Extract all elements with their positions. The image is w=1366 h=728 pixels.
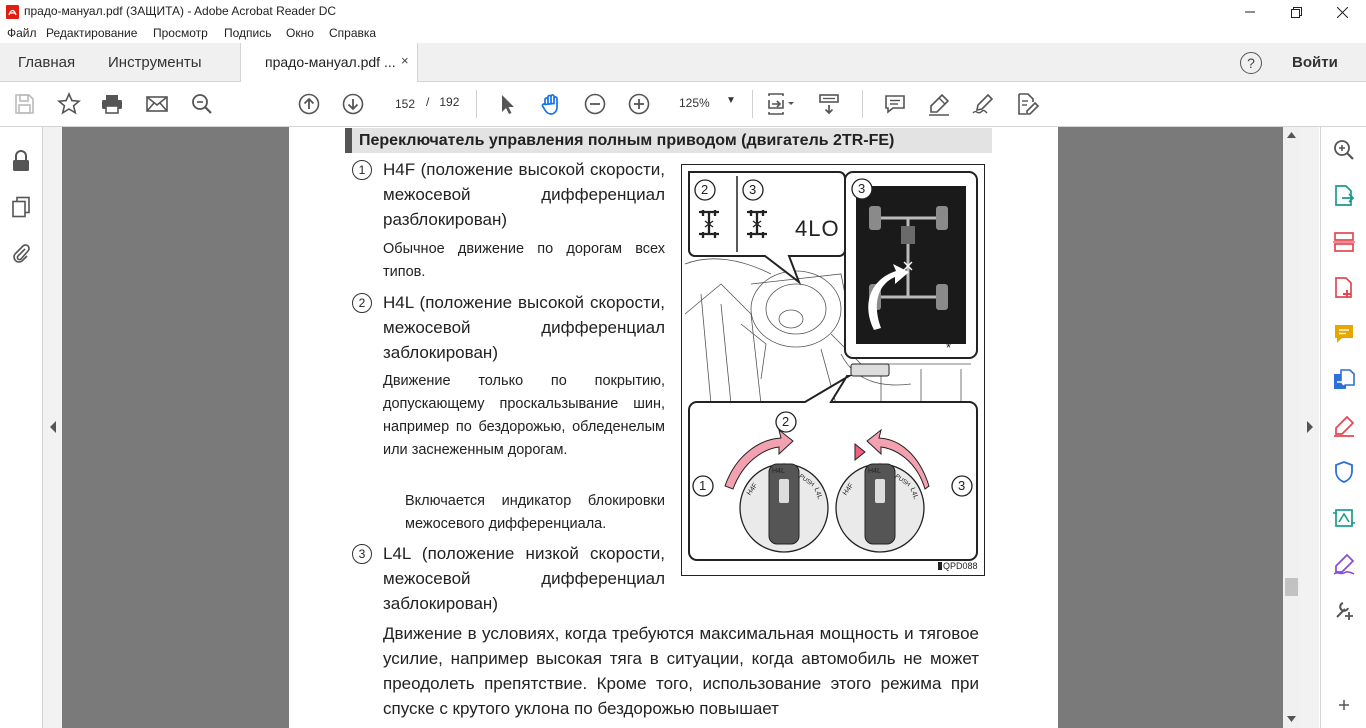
fill-sign-icon[interactable]	[1331, 413, 1357, 439]
edit-pdf-icon[interactable]	[1013, 90, 1041, 118]
page-total: / 192	[426, 95, 459, 109]
figure-footnote-star: *	[946, 340, 952, 355]
left-navigation-panel	[0, 127, 43, 728]
figure-code: QPD088	[943, 561, 978, 571]
tab-bar: Главная Инструменты прадо-мануал.pdf ...…	[0, 43, 1366, 82]
minimize-button[interactable]	[1227, 0, 1273, 24]
highlight-pen-icon[interactable]	[925, 90, 953, 118]
figure-4lo-label: 4LO	[795, 216, 840, 241]
item-text: Обычное движение по дорогам всех типов.	[383, 241, 665, 280]
menu-file[interactable]: Файл	[7, 26, 37, 40]
tab-document-label: прадо-мануал.pdf ...	[265, 54, 396, 70]
select-cursor-icon[interactable]	[493, 90, 521, 118]
right-panel-collapse[interactable]	[1300, 127, 1319, 728]
comment-icon[interactable]	[1331, 321, 1357, 347]
export-pdf-icon[interactable]	[1331, 183, 1357, 209]
pdf-page: Переключатель управления полным приводом…	[289, 127, 1058, 728]
print-icon[interactable]	[98, 90, 126, 118]
item-number: 3	[352, 544, 372, 564]
vertical-scrollbar[interactable]	[1283, 127, 1300, 728]
figure-position-2: 2	[782, 414, 790, 429]
page-separator: /	[426, 95, 430, 109]
menu-sign[interactable]: Подпись	[224, 26, 272, 40]
page-number-input[interactable]	[386, 92, 424, 116]
toolbar-divider	[862, 90, 863, 118]
menu-window[interactable]: Окно	[286, 26, 314, 40]
combine-files-icon[interactable]	[1331, 367, 1357, 393]
save-icon[interactable]	[10, 90, 38, 118]
item-number: 2	[352, 293, 372, 313]
paperclip-icon[interactable]	[9, 241, 33, 265]
zoom-in-icon[interactable]	[1331, 137, 1357, 163]
more-tools-icon[interactable]	[1331, 597, 1357, 623]
bookmark-star-icon[interactable]	[55, 90, 83, 118]
figure-position-3: 3	[958, 478, 966, 493]
acrobat-app-icon	[6, 5, 19, 19]
window-title: прадо-мануал.pdf (ЗАЩИТА) - Adobe Acroba…	[24, 4, 337, 18]
zoom-in-icon[interactable]	[625, 90, 653, 118]
item-title: L4L (положение низкой скорости, межосево…	[383, 544, 665, 613]
email-icon[interactable]	[143, 90, 171, 118]
add-comment-icon[interactable]	[881, 90, 909, 118]
item-text: Движение только по покрытию, допускающем…	[383, 373, 665, 458]
toolbar-divider	[476, 90, 477, 118]
zoom-dropdown[interactable]: 125% ▼	[668, 91, 744, 115]
knob-label-h4l: H4L	[868, 468, 881, 475]
toolbar: / 192 125% ▼	[0, 82, 1366, 127]
menu-help[interactable]: Справка	[329, 26, 376, 40]
restore-button[interactable]	[1273, 0, 1319, 24]
title-bar: прадо-мануал.pdf (ЗАЩИТА) - Adobe Acroba…	[0, 0, 1366, 24]
section-heading: Переключатель управления полным приводом…	[345, 128, 992, 153]
close-window-button[interactable]	[1319, 0, 1365, 24]
transfer-switch-figure: 4LO 2 3 3 1 2 3 H4L H4F PUSH L4L H4L H4F…	[681, 164, 985, 576]
figure-position-1: 1	[699, 478, 707, 493]
right-tools-panel	[1320, 127, 1366, 728]
scrollbar-thumb[interactable]	[1285, 578, 1298, 596]
figure-callout-3b: 3	[858, 181, 866, 196]
search-zoom-icon[interactable]	[188, 90, 216, 118]
item-title: H4F (положение высокой скорости, межосев…	[383, 160, 665, 229]
request-signature-icon[interactable]	[1331, 551, 1357, 577]
panel-collapse-icon[interactable]	[1331, 692, 1357, 718]
knob-label-h4l: H4L	[772, 468, 785, 475]
page-fit-icon[interactable]	[764, 90, 798, 118]
pages-icon[interactable]	[9, 195, 33, 219]
zoom-value: 125%	[679, 96, 710, 110]
tab-document[interactable]: прадо-мануал.pdf ... ×	[240, 43, 418, 82]
close-tab-icon[interactable]: ×	[401, 53, 409, 68]
zoom-out-icon[interactable]	[581, 90, 609, 118]
menu-edit[interactable]: Редактирование	[46, 26, 137, 40]
chevron-down-icon: ▼	[726, 95, 736, 106]
menu-bar: Файл Редактирование Просмотр Подпись Окн…	[0, 24, 1366, 43]
menu-view[interactable]: Просмотр	[153, 26, 208, 40]
create-pdf-icon[interactable]	[1331, 275, 1357, 301]
organize-pages-icon[interactable]	[1331, 229, 1357, 255]
help-button[interactable]: ?	[1240, 52, 1262, 74]
section-heading-text: Переключатель управления полным приводом…	[359, 132, 895, 149]
next-page-icon[interactable]	[339, 90, 367, 118]
signin-button[interactable]: Войти	[1292, 54, 1338, 71]
protect-icon[interactable]	[1331, 459, 1357, 485]
item-number: 1	[352, 160, 372, 180]
toolbar-divider	[752, 90, 753, 118]
figure-callout-3: 3	[749, 182, 757, 197]
item-note: Включается индикатор блокировки межосево…	[405, 493, 665, 532]
previous-page-icon[interactable]	[295, 90, 323, 118]
send-for-review-icon[interactable]	[1331, 505, 1357, 531]
body-paragraph: Движение в условиях, когда требуются мак…	[383, 624, 979, 718]
tab-home[interactable]: Главная	[18, 54, 75, 71]
tab-tools[interactable]: Инструменты	[108, 54, 202, 71]
scroll-mode-icon[interactable]	[815, 90, 843, 118]
item-title: H4L (положение высокой скорости, межосев…	[383, 293, 665, 362]
left-panel-collapse[interactable]	[43, 127, 62, 728]
draw-sign-icon[interactable]	[969, 90, 997, 118]
page-total-value: 192	[439, 95, 460, 109]
figure-callout-2: 2	[701, 182, 709, 197]
hand-tool-icon[interactable]	[537, 90, 565, 118]
lock-icon[interactable]	[9, 149, 33, 173]
